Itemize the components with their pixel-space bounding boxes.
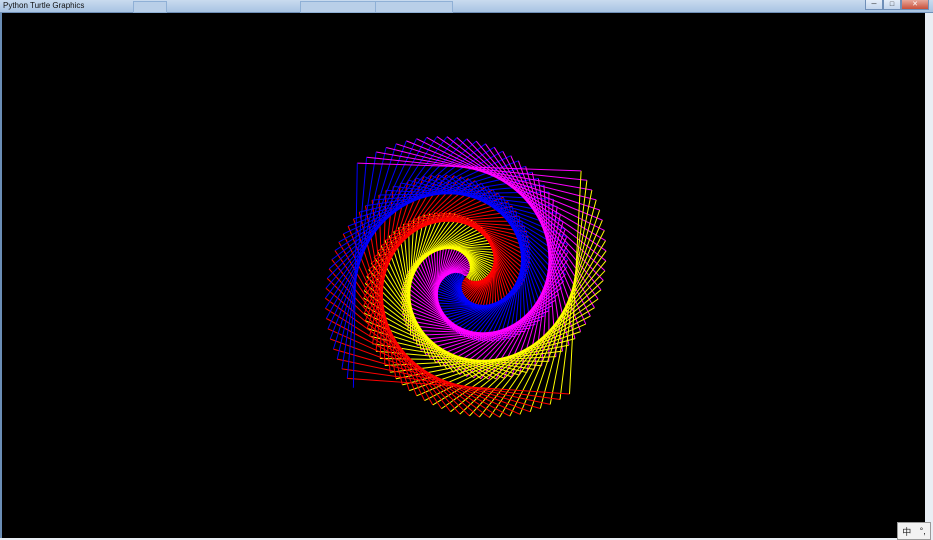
ime-punctuation-icon: °,	[919, 526, 926, 536]
minimize-button[interactable]: ─	[865, 0, 883, 10]
maximize-button[interactable]: □	[883, 0, 901, 10]
spiral-drawing	[324, 136, 607, 418]
window-title: Python Turtle Graphics	[3, 1, 85, 10]
ime-language-label: 中	[902, 526, 912, 537]
window-border-right	[925, 13, 933, 538]
spiral-lines	[324, 136, 607, 418]
background-tab-2[interactable]	[300, 1, 378, 13]
spiral-segment	[341, 368, 561, 400]
close-button[interactable]: ✕	[901, 0, 929, 10]
spiral-segment	[462, 273, 468, 276]
spiral-segment	[461, 274, 464, 281]
window-titlebar[interactable]: Python Turtle Graphics ─ □ ✕	[0, 0, 933, 13]
background-tab-1[interactable]	[133, 1, 167, 13]
spiral-segment	[569, 170, 582, 395]
turtle-canvas[interactable]	[2, 13, 925, 538]
background-tab-3[interactable]	[375, 1, 453, 13]
ime-indicator[interactable]: 中 °,	[897, 522, 931, 540]
window-controls: ─ □ ✕	[865, 0, 929, 10]
spiral-segment	[467, 273, 469, 280]
